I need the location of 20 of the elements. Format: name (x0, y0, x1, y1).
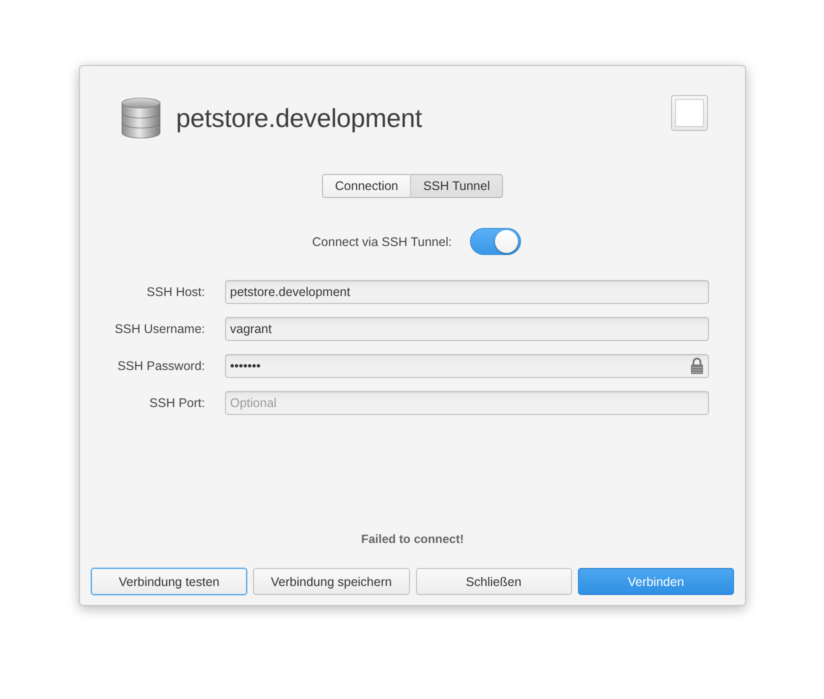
toggle-switch[interactable] (470, 228, 521, 255)
dialog-button[interactable]: Verbindung testen (91, 568, 248, 595)
tab[interactable]: SSH Tunnel (410, 174, 503, 198)
field-label: SSH Password: (117, 359, 205, 373)
dialog-button[interactable]: Schließen (416, 568, 572, 595)
field-label: SSH Host: (146, 285, 205, 299)
field-label: SSH Username: (114, 322, 205, 336)
text-field[interactable]: vagrant (225, 317, 709, 341)
toggle-label: Connect via SSH Tunnel: (312, 234, 452, 248)
error-message: Failed to connect! (361, 532, 464, 546)
text-field[interactable]: Optional (225, 391, 709, 415)
dialog-button[interactable]: Verbindung speichern (253, 568, 410, 595)
tab[interactable]: Connection (322, 174, 410, 198)
text-field[interactable]: petstore.development (225, 280, 709, 304)
field-label: SSH Port: (149, 396, 205, 410)
password-field[interactable]: ••••••• (225, 354, 709, 378)
database-icon (120, 97, 162, 139)
square-icon (675, 99, 704, 127)
lock-icon (691, 357, 703, 374)
connection-title: petstore.development (176, 102, 424, 134)
